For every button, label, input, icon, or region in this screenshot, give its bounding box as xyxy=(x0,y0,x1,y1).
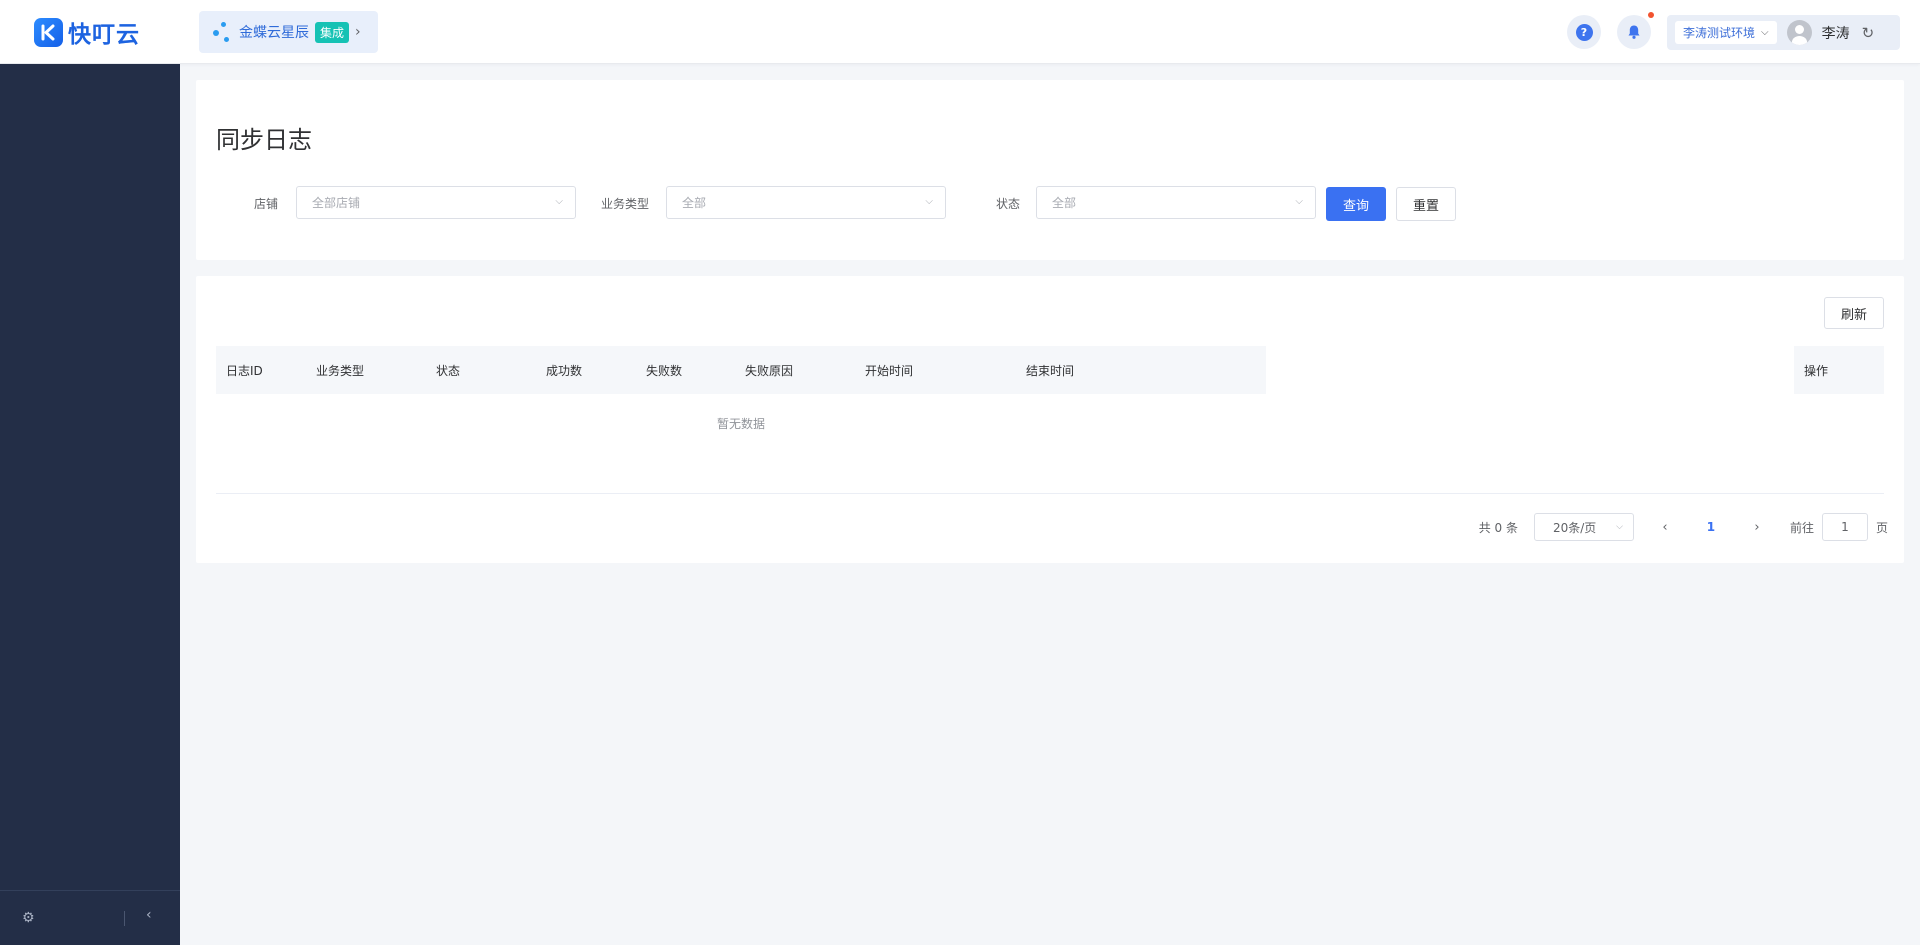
divider xyxy=(124,911,125,926)
table-header: 日志ID 业务类型 状态 成功数 失败数 失败原因 开始时间 结束时间 xyxy=(216,346,1266,394)
top-header: 快叮云 金蝶云星辰 集成 › ? 李涛测试环境 ⌵ 李涛 ↻ xyxy=(0,0,1920,64)
page-size-value: 20条/页 xyxy=(1552,520,1597,535)
app-logo[interactable]: 快叮云 xyxy=(34,17,140,48)
environment-select[interactable]: 李涛测试环境 ⌵ xyxy=(1675,21,1777,44)
chevron-down-icon: ⌵ xyxy=(925,196,933,207)
query-button[interactable]: 查询 xyxy=(1326,187,1386,221)
page-number[interactable]: 1 xyxy=(1696,520,1726,534)
total-count: 共 0 条 xyxy=(1478,520,1518,535)
refresh-button[interactable]: 刷新 xyxy=(1824,297,1884,329)
sidebar: ⚙ ‹ xyxy=(0,64,180,945)
action-column-header: 操作 xyxy=(1794,346,1884,394)
notification-button[interactable] xyxy=(1617,15,1651,49)
brand-name: 金蝶云星辰 xyxy=(239,25,309,41)
column-header: 失败数 xyxy=(646,364,683,378)
filter-card: 同步日志 店铺 全部店铺 ⌵ 业务类型 全部 ⌵ 状态 全部 ⌵ 查询 重置 xyxy=(196,80,1904,260)
pagination: 共 0 条 20条/页 ⌵ ‹ 1 › 前往 1 页 xyxy=(1479,513,1888,541)
integration-brand-chip[interactable]: 金蝶云星辰 集成 › xyxy=(199,11,378,53)
column-header: 状态 xyxy=(436,364,461,378)
column-header: 业务类型 xyxy=(316,364,365,378)
column-header: 开始时间 xyxy=(865,364,914,378)
refresh-icon[interactable]: ↻ xyxy=(1862,24,1875,42)
empty-state: 暂无数据 xyxy=(716,416,765,431)
goto-suffix: 页 xyxy=(1875,520,1888,535)
shop-filter-label: 店铺 xyxy=(254,197,279,211)
status-select[interactable]: 全部 ⌵ xyxy=(1036,186,1316,219)
user-name[interactable]: 李涛 xyxy=(1822,23,1850,43)
logo-text: 快叮云 xyxy=(68,22,140,48)
logo-mark-icon xyxy=(34,17,63,47)
chevron-down-icon: ⌵ xyxy=(1295,196,1303,207)
shop-select[interactable]: 全部店铺 ⌵ xyxy=(296,186,576,219)
user-panel: 李涛测试环境 ⌵ 李涛 ↻ xyxy=(1667,15,1900,50)
brand-tag-badge: 集成 xyxy=(315,21,350,43)
page-size-select[interactable]: 20条/页 ⌵ xyxy=(1533,513,1634,541)
avatar[interactable] xyxy=(1786,20,1812,45)
column-header: 失败原因 xyxy=(745,364,794,378)
chevron-down-icon: ⌵ xyxy=(555,196,563,207)
column-header: 操作 xyxy=(1804,364,1829,378)
reset-button[interactable]: 重置 xyxy=(1396,187,1456,221)
goto-label: 前往 xyxy=(1789,520,1814,535)
column-header: 结束时间 xyxy=(1026,364,1075,378)
sidebar-footer: ⚙ ‹ xyxy=(0,890,180,945)
help-button[interactable]: ? xyxy=(1567,15,1601,49)
biz-type-filter-label: 业务类型 xyxy=(601,197,650,211)
column-header: 成功数 xyxy=(546,364,583,378)
page-title: 同步日志 xyxy=(216,126,312,154)
status-filter-label: 状态 xyxy=(996,197,1021,211)
notification-dot xyxy=(1648,12,1654,18)
chevron-right-icon: › xyxy=(355,24,361,40)
prev-page-icon[interactable]: ‹ xyxy=(1650,520,1680,535)
chevron-down-icon: ⌵ xyxy=(1761,27,1769,38)
bell-icon xyxy=(1628,25,1640,39)
brand-dots-icon xyxy=(213,20,233,44)
environment-label: 李涛测试环境 xyxy=(1683,26,1756,40)
biz-type-select[interactable]: 全部 ⌵ xyxy=(666,186,946,219)
gear-icon[interactable]: ⚙ xyxy=(22,910,35,926)
biz-type-select-placeholder: 全部 xyxy=(682,196,707,210)
status-select-placeholder: 全部 xyxy=(1052,196,1077,210)
column-header: 日志ID xyxy=(226,364,263,378)
question-icon: ? xyxy=(1575,23,1593,41)
goto-page-input[interactable]: 1 xyxy=(1821,513,1868,541)
chevron-down-icon: ⌵ xyxy=(1616,522,1623,532)
next-page-icon[interactable]: › xyxy=(1742,520,1772,535)
goto-page-value: 1 xyxy=(1841,520,1849,534)
collapse-sidebar-icon[interactable]: ‹ xyxy=(146,907,152,923)
table-card: 刷新 日志ID 业务类型 状态 成功数 失败数 失败原因 开始时间 结束时间 操… xyxy=(196,276,1904,563)
divider xyxy=(216,493,1884,494)
shop-select-placeholder: 全部店铺 xyxy=(312,196,361,210)
